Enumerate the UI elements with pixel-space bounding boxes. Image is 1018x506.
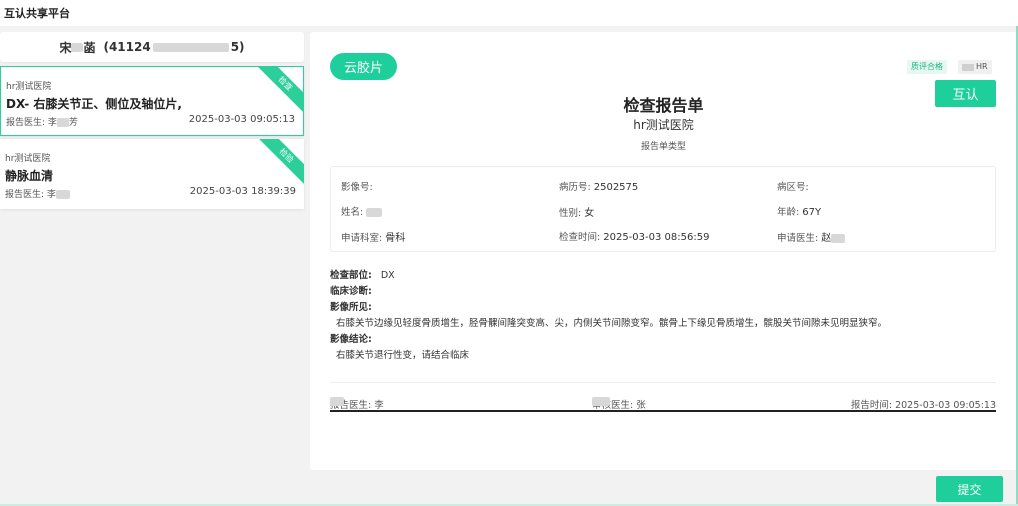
report-card-exam[interactable]: 检查 hr测试医院 DX- 右膝关节正、侧位及轴位片, 报告医生: 李 芳 202… — [0, 66, 304, 136]
card-exam-name: DX- 右膝关节正、侧位及轴位片, — [6, 97, 182, 111]
quality-pass-tag: 质评合格 — [907, 60, 947, 74]
imaging-text: 右膝关节边缘见轻度骨质增生，胫骨髁间隆突变高、尖，内侧关节间隙变窄。髌骨上下缘见… — [336, 318, 888, 329]
clinical-label: 临床诊断: — [330, 286, 372, 297]
hr-tag-icon — [962, 63, 974, 71]
card-hospital: hr测试医院 — [5, 154, 51, 164]
redacted-mask — [56, 118, 69, 127]
report-time: 报告时间: 2025-03-03 09:05:13 — [850, 400, 996, 411]
card-doctor: 报告医生: 李 芳 — [6, 115, 78, 128]
patient-info-box: 影像号: 病历号: 2502575 病区号: 姓名: 性别: 女 年龄: 67Y… — [330, 166, 996, 252]
report-hospital: hr测试医院 — [633, 118, 694, 132]
footer-underline — [330, 410, 996, 412]
card-doctor-label: 报告医生: 李 — [6, 118, 57, 128]
hr-tag-label: HR — [976, 62, 988, 71]
ward-no-field: 病区号: — [777, 182, 809, 193]
card-time: 2025-03-03 09:05:13 — [188, 114, 295, 125]
record-no-field: 病历号: 2502575 — [559, 182, 639, 193]
patient-id-suffix: 5) — [230, 40, 245, 54]
report-list-panel: 宋 菡 (41124 5) 检查 hr测试医院 DX- 右膝关节正、侧位及轴位片… — [0, 32, 304, 472]
exam-badge: 检查 — [251, 67, 303, 118]
cloud-film-button[interactable]: 云胶片 — [330, 53, 397, 80]
redacted-mask — [831, 234, 846, 243]
part-label: 检查部位: — [330, 270, 372, 281]
name-field: 姓名: — [341, 204, 383, 218]
patient-name-prefix: 宋 — [59, 40, 72, 55]
imaging-label: 影像所见: — [330, 302, 372, 313]
hr-tag: HR — [958, 60, 992, 74]
conclusion-label: 影像结论: — [330, 334, 372, 345]
redacted-mask — [330, 397, 344, 406]
redacted-mask — [592, 397, 610, 406]
exam-time-value: 2025-03-03 08:56:59 — [603, 232, 710, 243]
redacted-mask — [71, 42, 84, 52]
patient-id-prefix: (41124 — [103, 40, 151, 54]
gender-value: 女 — [584, 208, 595, 219]
card-doctor-suffix: 芳 — [68, 118, 78, 128]
findings-section: 检查部位: DX 临床诊断: 影像所见: 右膝关节边缘见轻度骨质增生，胫骨髁间隆… — [330, 268, 1000, 364]
redacted-mask — [366, 208, 383, 217]
part-value: DX — [380, 270, 395, 281]
age-value: 67Y — [802, 207, 822, 218]
report-detail-panel: 云胶片 质评合格 HR 互认 检查报告单 hr测试医院 报告单类型 影像号: 病… — [310, 32, 1017, 470]
card-exam-name: 静脉血清 — [5, 169, 54, 183]
card-hospital: hr测试医院 — [6, 82, 52, 92]
report-footer: 报告医生: 李 审核医生: 张 报告时间: 2025-03-03 09:05:1… — [330, 397, 996, 411]
record-no-value: 2502575 — [593, 182, 639, 193]
req-doctor-field: 申请医生: 赵 — [777, 229, 846, 244]
redacted-mask — [55, 190, 70, 199]
patient-name-suffix: 菡 — [83, 40, 96, 55]
dept-field: 申请科室: 骨科 — [341, 233, 406, 244]
card-doctor-label: 报告医生: 李 — [5, 190, 56, 200]
report-title: 检查报告单 — [623, 96, 704, 115]
title-bar: 互认共享平台 — [0, 0, 1018, 26]
image-no-field: 影像号: — [341, 182, 373, 193]
card-doctor: 报告医生: 李 — [5, 187, 70, 200]
card-time: 2025-03-03 18:39:39 — [189, 186, 296, 197]
submit-button[interactable]: 提交 — [936, 476, 1003, 502]
report-card-lab[interactable]: 检验 hr测试医院 静脉血清 报告医生: 李 2025-03-03 18:39:… — [0, 139, 304, 209]
patient-header: 宋 菡 (41124 5) — [0, 32, 304, 62]
divider — [330, 382, 996, 383]
gender-field: 性别: 女 — [559, 208, 595, 219]
conclusion-text: 右膝关节退行性变，请结合临床 — [336, 350, 470, 361]
redacted-mask — [152, 42, 229, 52]
report-type: 报告单类型 — [640, 142, 686, 152]
req-doctor-value: 赵 — [821, 233, 832, 244]
app-title: 互认共享平台 — [4, 7, 70, 20]
exam-time-field: 检查时间: 2025-03-03 08:56:59 — [559, 232, 710, 243]
lab-badge: 检验 — [252, 139, 304, 190]
age-field: 年龄: 67Y — [777, 207, 822, 218]
dept-value: 骨科 — [385, 233, 406, 244]
